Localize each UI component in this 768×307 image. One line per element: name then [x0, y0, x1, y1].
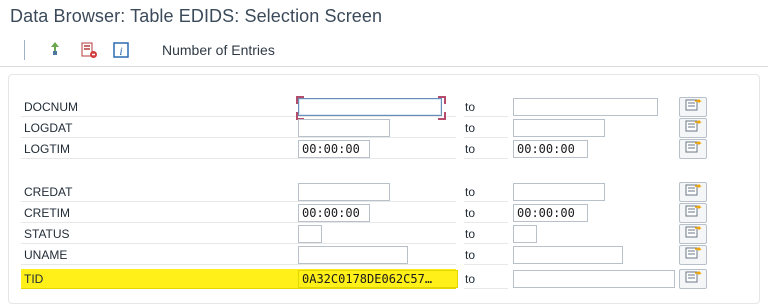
credat-from-input[interactable]: [298, 183, 390, 201]
info-icon[interactable]: i: [112, 41, 130, 59]
toolbar-separator: [24, 40, 25, 60]
status-from-input[interactable]: [298, 225, 322, 243]
cretim-multiple-selection-button[interactable]: [679, 203, 707, 223]
field-label: CRETIM: [21, 203, 456, 223]
to-label: to: [464, 245, 508, 265]
to-label: to: [464, 203, 508, 223]
field-label: LOGDAT: [21, 118, 456, 138]
tid-multiple-selection-button[interactable]: [679, 269, 707, 289]
logtim-from-input[interactable]: 00:00:00: [298, 140, 370, 158]
cretim-from-input[interactable]: 00:00:00: [298, 204, 370, 222]
logdat-from-input[interactable]: [298, 119, 390, 137]
execute-icon[interactable]: [46, 41, 64, 59]
cretim-to-input[interactable]: 00:00:00: [513, 204, 588, 222]
selection-row: TID 0A32C0178DE062C57… to: [0, 269, 768, 290]
logtim-multiple-selection-button[interactable]: [679, 139, 707, 159]
uname-multiple-selection-button[interactable]: [679, 245, 707, 265]
docnum-from-input[interactable]: [298, 98, 442, 116]
credat-to-input[interactable]: [513, 183, 605, 201]
multiple-selection-icon: [684, 204, 702, 223]
window-title: Data Browser: Table EDIDS: Selection Scr…: [10, 6, 383, 26]
uname-from-input[interactable]: [298, 246, 408, 264]
docnum-multiple-selection-button[interactable]: [679, 97, 707, 117]
to-label: to: [464, 182, 508, 202]
multiple-selection-icon: [684, 98, 702, 117]
logdat-multiple-selection-button[interactable]: [679, 118, 707, 138]
focus-corner: [296, 96, 304, 104]
delete-selection-icon[interactable]: [80, 41, 98, 59]
selection-row: LOGTIM 00:00:00 to 00:00:00: [0, 139, 768, 160]
number-of-entries-button[interactable]: Number of Entries: [162, 42, 275, 58]
credat-multiple-selection-button[interactable]: [679, 182, 707, 202]
multiple-selection-icon: [684, 183, 702, 202]
logtim-to-input[interactable]: 00:00:00: [513, 140, 588, 158]
status-to-input[interactable]: [513, 225, 537, 243]
field-label: STATUS: [21, 224, 456, 244]
selection-row: UNAME to: [0, 245, 768, 266]
to-label: to: [464, 118, 508, 138]
toolbar: i Number of Entries: [0, 34, 768, 67]
to-label: to: [464, 269, 508, 289]
selection-row: CRETIM 00:00:00 to 00:00:00: [0, 203, 768, 224]
field-label: CREDAT: [21, 182, 456, 202]
status-multiple-selection-button[interactable]: [679, 224, 707, 244]
field-label: LOGTIM: [21, 139, 456, 159]
svg-text:i: i: [119, 44, 122, 58]
to-label: to: [464, 139, 508, 159]
focus-corner: [438, 96, 446, 104]
tid-to-input[interactable]: [513, 270, 675, 288]
multiple-selection-icon: [684, 140, 702, 159]
uname-to-input[interactable]: [513, 246, 623, 264]
logdat-to-input[interactable]: [513, 119, 605, 137]
multiple-selection-icon: [684, 270, 702, 289]
tid-from-input[interactable]: 0A32C0178DE062C57…: [298, 270, 458, 288]
selection-row: CREDAT to: [0, 182, 768, 203]
to-label: to: [464, 224, 508, 244]
to-label: to: [464, 97, 508, 117]
selection-row: DOCNUM to: [0, 96, 768, 120]
selection-row: STATUS to: [0, 224, 768, 245]
multiple-selection-icon: [684, 225, 702, 244]
multiple-selection-icon: [684, 119, 702, 138]
multiple-selection-icon: [684, 246, 702, 265]
docnum-to-input[interactable]: [513, 98, 658, 116]
selection-row: LOGDAT to: [0, 118, 768, 139]
